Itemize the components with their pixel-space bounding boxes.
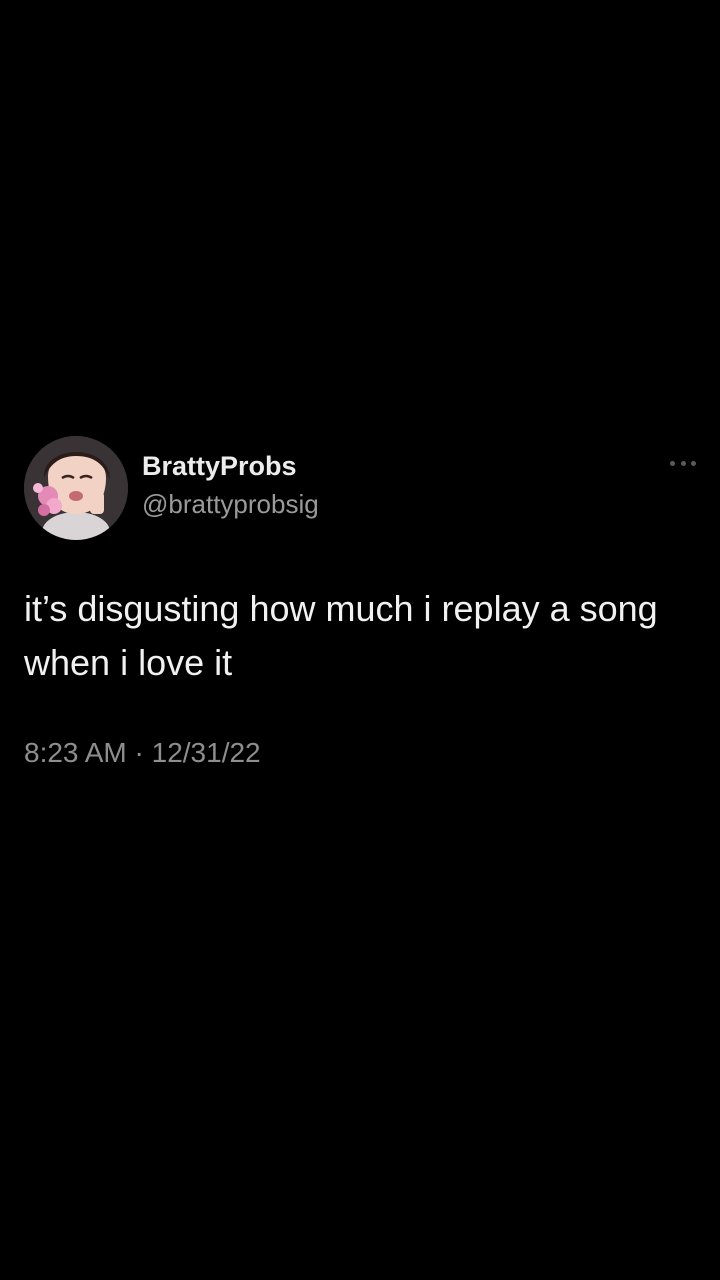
more-horizontal-icon[interactable] (670, 456, 696, 470)
tweet-text: it’s disgusting how much i replay a song… (24, 588, 658, 683)
tweet-time[interactable]: 8:23 AM (24, 737, 127, 768)
meta-separator: · (134, 737, 144, 768)
screen: BrattyProbs @brattyprobsig it’s disgusti… (0, 0, 720, 1280)
avatar[interactable] (24, 436, 128, 540)
user-handle[interactable]: @brattyprobsig (142, 488, 319, 520)
tweet-card: BrattyProbs @brattyprobsig it’s disgusti… (0, 430, 720, 790)
more-dot (670, 460, 675, 466)
tweet-timestamp: 8:23 AM · 12/31/22 (24, 736, 261, 770)
avatar-image (24, 436, 128, 540)
author-names: BrattyProbs @brattyprobsig (142, 450, 319, 520)
more-dot (680, 460, 686, 466)
display-name[interactable]: BrattyProbs (142, 450, 319, 482)
tweet-date[interactable]: 12/31/22 (152, 737, 261, 768)
more-dot (691, 460, 696, 466)
tweet-header: BrattyProbs @brattyprobsig (24, 436, 696, 540)
